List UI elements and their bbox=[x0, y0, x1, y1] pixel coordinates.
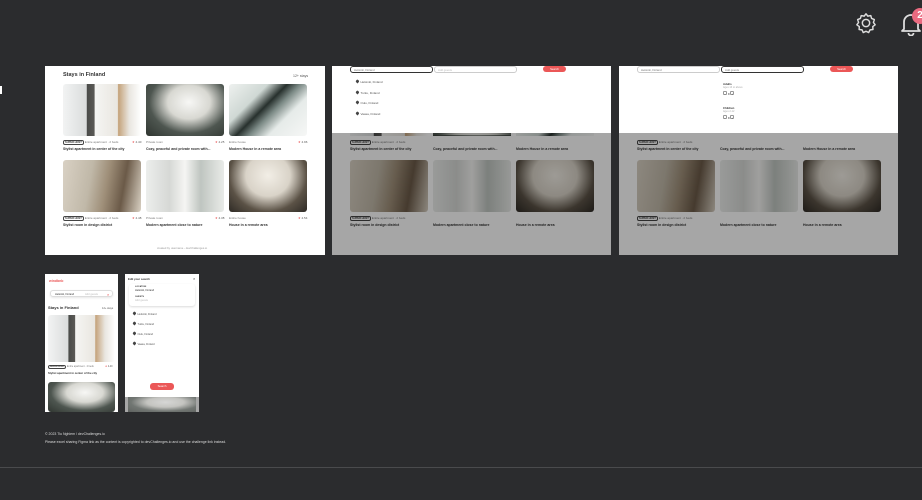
rating: 4.48 bbox=[132, 216, 142, 220]
mobile-search-frame: Edit your search × LOCATION Helsinki, Fi… bbox=[125, 274, 199, 412]
listing-meta: Private room bbox=[146, 216, 164, 220]
desktop-listing-frame: Stays in Finland 12+ stays SUPER HOST En… bbox=[45, 66, 325, 255]
pin-icon bbox=[132, 341, 137, 346]
stays-count: 12+ stays bbox=[293, 74, 309, 78]
listing-photo[interactable] bbox=[48, 382, 115, 412]
rating: 4.54 bbox=[298, 216, 308, 220]
pin-icon bbox=[355, 90, 360, 95]
search-button[interactable]: Search bbox=[543, 66, 566, 72]
mobile-search-fields: LOCATION Helsinki, Finland GUESTS Add gu… bbox=[129, 284, 195, 306]
listing-title[interactable]: Modern House in a remote area bbox=[229, 147, 281, 151]
search-panel: Helsinki, Finland Add guests Search Adul… bbox=[619, 66, 898, 133]
location-option[interactable]: Vaasa, Finland bbox=[355, 111, 380, 116]
location-option[interactable]: Helsinki, Finland bbox=[355, 79, 383, 84]
copyright-text: © 2023 Tiu Nghiem / devChallenges.io bbox=[45, 432, 105, 436]
top-bar: 2 bbox=[0, 0, 922, 66]
rating: 4.40 bbox=[132, 140, 142, 144]
listing-photo bbox=[128, 397, 196, 412]
listing-photo[interactable] bbox=[146, 84, 224, 136]
plus-button: + bbox=[730, 115, 735, 120]
guests-placeholder[interactable]: Add guests bbox=[135, 299, 148, 302]
gear-icon[interactable] bbox=[855, 12, 877, 34]
listing-meta: Private room bbox=[146, 140, 164, 144]
location-input[interactable]: Helsinki, Finland bbox=[350, 66, 433, 73]
listing-title[interactable]: Stylist room in design district bbox=[63, 223, 112, 227]
rating: 4.40 bbox=[105, 365, 113, 368]
listing-meta: Entire house bbox=[229, 216, 246, 220]
pin-icon bbox=[355, 79, 360, 84]
divider bbox=[0, 467, 922, 468]
edit-search-title: Edit your search bbox=[128, 277, 150, 281]
notification-badge: 2 bbox=[912, 8, 922, 24]
super-host-badge: SUPER HOST bbox=[63, 216, 84, 221]
location-option[interactable]: Oulu, Finland bbox=[132, 331, 153, 336]
listing-title[interactable]: House in a remote area bbox=[229, 223, 268, 227]
listing-meta: Entire house bbox=[229, 140, 246, 144]
logo[interactable]: windbnb bbox=[49, 279, 63, 283]
section-title: Stays in Finland bbox=[48, 305, 79, 310]
guests-input[interactable]: Add guests bbox=[434, 66, 517, 73]
listing-photo[interactable] bbox=[63, 160, 141, 212]
location-option[interactable]: Turku, Finland bbox=[355, 90, 380, 95]
location-option[interactable]: Turku, Finland bbox=[132, 321, 154, 326]
listing-title[interactable]: Modern apartment close to nature bbox=[146, 223, 202, 227]
pin-icon bbox=[355, 100, 360, 105]
listing-photo[interactable] bbox=[229, 84, 307, 136]
listing-photo[interactable] bbox=[48, 315, 115, 362]
guests-input[interactable]: Add guests bbox=[721, 66, 804, 73]
section-title: Stays in Finland bbox=[63, 72, 106, 78]
frame-footer: created by username - devChallenges.io bbox=[157, 246, 208, 250]
mobile-search-bar[interactable]: Helsinki, Finland Add guests ⌕ bbox=[50, 290, 113, 297]
search-button[interactable]: Search bbox=[150, 383, 174, 390]
super-host-badge: SUPER HOST bbox=[63, 140, 84, 145]
plus-button: + bbox=[730, 91, 735, 96]
guests-label: GUESTS bbox=[135, 296, 144, 298]
pin-icon bbox=[355, 111, 360, 116]
mobile-listing-frame: windbnb Helsinki, Finland Add guests ⌕ S… bbox=[45, 274, 118, 412]
side-marker bbox=[0, 86, 2, 94]
location-option[interactable]: Helsinki, Finland bbox=[132, 311, 157, 316]
copyright-note: Please excel sharing Figma link as the c… bbox=[45, 440, 227, 444]
listing-photo[interactable] bbox=[229, 160, 307, 212]
children-stepper[interactable]: − 0 + bbox=[723, 115, 735, 120]
listing-photo[interactable] bbox=[146, 160, 224, 212]
minus-button: − bbox=[723, 91, 727, 96]
location-option[interactable]: Vaasa, Finland bbox=[132, 341, 155, 346]
adults-stepper[interactable]: − 0 + bbox=[723, 91, 735, 96]
stays-count: 12+ stays bbox=[102, 307, 114, 310]
pin-icon bbox=[132, 311, 137, 316]
desktop-search-location-frame: Helsinki, Finland Add guests Search Hels… bbox=[332, 66, 611, 255]
modal-overlay[interactable] bbox=[619, 133, 898, 255]
rating: 4.96 bbox=[298, 140, 308, 144]
listing-title[interactable]: Stylist apartment in center of the city bbox=[63, 147, 124, 151]
mobile-location-value: Helsinki, Finland bbox=[55, 292, 75, 296]
rating: 4.25 bbox=[215, 140, 225, 144]
search-icon[interactable]: ⌕ bbox=[107, 292, 109, 297]
search-panel: Helsinki, Finland Add guests Search Hels… bbox=[332, 66, 611, 133]
pin-icon bbox=[132, 331, 137, 336]
desktop-search-guests-frame: Helsinki, Finland Add guests Search Adul… bbox=[619, 66, 898, 255]
search-button[interactable]: Search bbox=[830, 66, 853, 72]
listing-title[interactable]: Stylist apartment in center of the city bbox=[48, 371, 97, 375]
close-icon[interactable]: × bbox=[193, 276, 195, 281]
location-input[interactable]: Helsinki, Finland bbox=[637, 66, 720, 73]
listing-meta: SUPER HOST Entire apartment . 2 beds bbox=[63, 216, 119, 221]
children-sublabel: Ages 2-12 bbox=[723, 110, 735, 113]
location-label: LOCATION bbox=[135, 286, 147, 288]
modal-overlay[interactable] bbox=[332, 133, 611, 255]
minus-button: − bbox=[723, 115, 727, 120]
listing-meta: SUPER HOST Entire apartment . 2 beds bbox=[48, 365, 94, 369]
rating: 4.38 bbox=[215, 216, 225, 220]
pin-icon bbox=[132, 321, 137, 326]
location-option[interactable]: Oulu, Finland bbox=[355, 100, 378, 105]
listing-photo[interactable] bbox=[63, 84, 141, 136]
mobile-guests-placeholder: Add guests bbox=[85, 292, 98, 296]
adults-sublabel: Ages 13 or above bbox=[723, 86, 743, 89]
listing-meta: SUPER HOST Entire apartment . 2 beds bbox=[63, 140, 119, 145]
location-value[interactable]: Helsinki, Finland bbox=[135, 289, 154, 292]
listing-title[interactable]: Cozy, peaceful and private room with... bbox=[146, 147, 211, 151]
